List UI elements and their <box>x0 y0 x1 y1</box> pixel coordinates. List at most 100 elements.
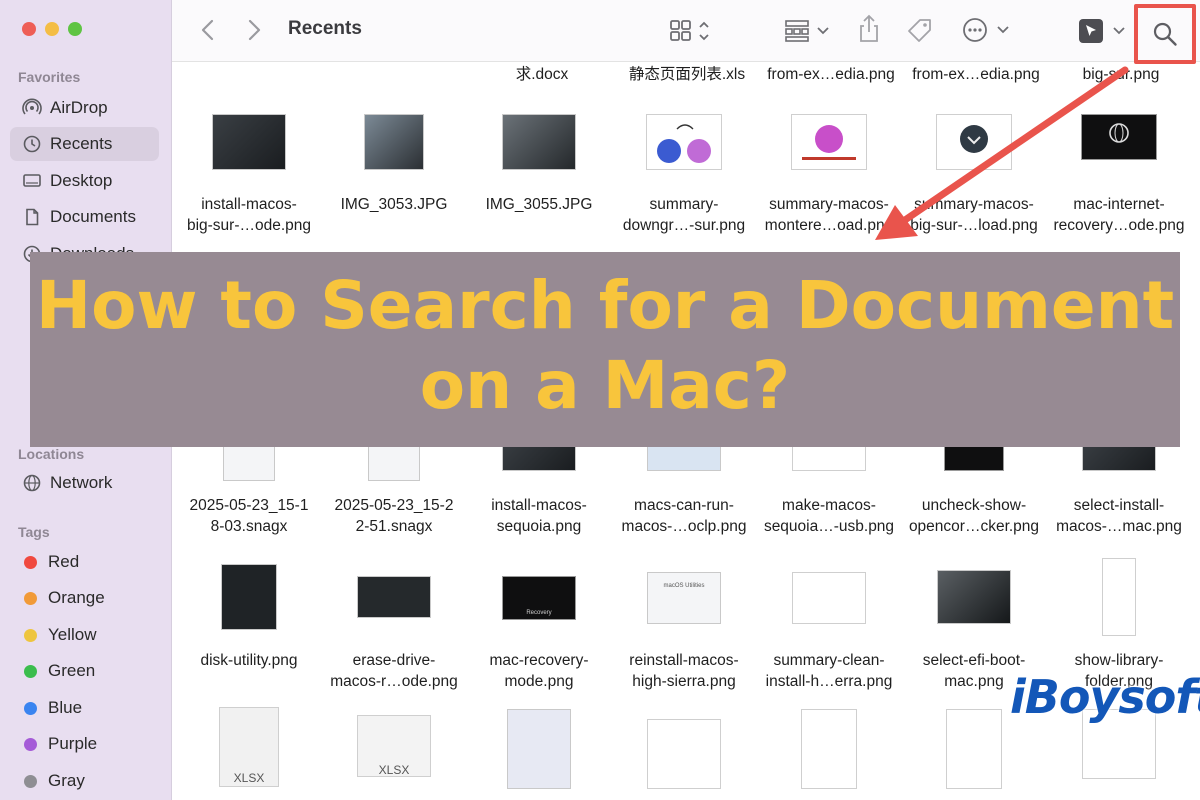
forward-button[interactable] <box>246 18 262 42</box>
file-name: 静态页面列表.xls <box>628 66 746 83</box>
back-icon <box>201 19 214 41</box>
file-thumbnail <box>1081 114 1157 160</box>
sidebar-item-label: Red <box>48 552 80 571</box>
file-name: summary-macos- <box>914 196 1034 213</box>
file-name: summary-clean- <box>773 652 885 669</box>
file-thumbnail <box>357 576 431 618</box>
share-button[interactable] <box>858 14 880 44</box>
file-name: mac-internet- <box>1073 196 1165 213</box>
file-name-line2: big-sur-…load.png <box>910 217 1038 234</box>
window-controls <box>22 22 82 36</box>
sidebar-tag-gray[interactable]: Gray <box>10 764 159 798</box>
sidebar-item-desktop[interactable]: Desktop <box>10 164 159 198</box>
tag-button[interactable] <box>906 17 934 45</box>
file-name-line2: macos-r…ode.png <box>330 673 458 690</box>
file-thumbnail <box>791 114 867 170</box>
banner-title-line2: on a Mac? <box>419 347 791 424</box>
share-icon <box>860 14 878 42</box>
file-name: uncheck-show- <box>921 497 1027 514</box>
sidebar-item-label: Documents <box>50 207 136 226</box>
sidebar-item-label: Recents <box>50 134 113 153</box>
file-thumbnail: XLSX <box>357 715 431 777</box>
file-thumbnail <box>507 709 571 789</box>
search-icon <box>1153 22 1177 46</box>
file-thumbnail <box>212 114 286 170</box>
file-name: 求.docx <box>515 66 569 83</box>
sidebar-tag-red[interactable]: Red <box>10 545 159 579</box>
group-button[interactable] <box>784 18 832 44</box>
file-name-line2: montere…oad.png <box>764 217 894 234</box>
sidebar-item-label: Network <box>50 473 113 492</box>
tags-section-title: Tags <box>18 524 50 540</box>
tag-color-dot <box>24 591 37 605</box>
view-mode-button[interactable] <box>669 18 713 44</box>
sidebar-item-label: Yellow <box>48 625 97 644</box>
file-thumbnail <box>946 709 1002 789</box>
file-name: macs-can-run- <box>634 497 734 514</box>
file-name: erase-drive- <box>352 652 436 669</box>
sidebar-item-recents[interactable]: Recents <box>10 127 159 161</box>
back-button[interactable] <box>200 18 216 42</box>
thumbnail-graphic <box>657 124 711 163</box>
tag-color-dot <box>24 555 37 569</box>
file-name-line2: sequoia…-usb.png <box>763 518 895 535</box>
file-name-line2: macos-…oclp.png <box>621 518 747 535</box>
file-name: 2025-05-23_15-2 <box>334 497 454 514</box>
sidebar-item-label: Desktop <box>50 171 113 190</box>
forward-icon <box>248 19 261 41</box>
sidebar-item-airdrop[interactable]: AirDrop <box>10 91 159 125</box>
file-name-line2: mode.png <box>504 673 574 690</box>
thumbnail-graphic <box>802 125 856 160</box>
file-name-line2: opencor…cker.png <box>908 518 1040 535</box>
sidebar-tag-blue[interactable]: Blue <box>10 691 159 725</box>
file-thumbnail <box>221 564 277 630</box>
search-button[interactable] <box>1134 4 1196 64</box>
sidebar-item-network[interactable]: Network <box>10 466 159 500</box>
file-name: disk-utility.png <box>200 652 298 669</box>
file-name-line2: big-sur-…ode.png <box>186 217 312 234</box>
grid-view-icon <box>670 20 709 41</box>
sidebar-tag-green[interactable]: Green <box>10 654 159 688</box>
file-name: IMG_3053.JPG <box>340 196 448 213</box>
globe-icon <box>1109 123 1129 143</box>
desktop-icon <box>23 174 41 187</box>
airdrop-icon <box>22 98 42 115</box>
toolbar: Recents <box>172 0 1200 64</box>
file-name: install-macos- <box>491 497 587 514</box>
file-name: big-sur.png <box>1082 66 1160 83</box>
file-name-line2: high-sierra.png <box>632 673 736 690</box>
file-thumbnail <box>937 570 1011 624</box>
network-icon <box>23 474 41 492</box>
file-name: summary-macos- <box>769 196 889 213</box>
file-name: IMG_3055.JPG <box>485 196 593 213</box>
zoom-window-button[interactable] <box>68 22 82 36</box>
sidebar-tag-orange[interactable]: Orange <box>10 581 159 615</box>
sidebar-item-documents[interactable]: Documents <box>10 200 159 234</box>
minimize-window-button[interactable] <box>45 22 59 36</box>
close-window-button[interactable] <box>22 22 36 36</box>
file-name: from-ex…edia.png <box>912 66 1040 83</box>
file-name-line2: recovery…ode.png <box>1053 217 1185 234</box>
file-name: select-efi-boot- <box>922 652 1026 669</box>
thumbnail-caption: Recovery <box>526 610 552 616</box>
sidebar-tag-yellow[interactable]: Yellow <box>10 618 159 652</box>
file-name: summary- <box>649 196 719 213</box>
clock-icon <box>23 135 41 153</box>
file-thumbnail <box>936 114 1012 170</box>
tag-color-dot <box>24 774 37 788</box>
file-thumbnail: macOS Utilities <box>647 572 721 624</box>
banner-title: How to Search for a Document on a Mac? <box>30 266 1180 426</box>
more-actions-button[interactable] <box>962 17 1012 43</box>
file-name: make-macos- <box>782 497 876 514</box>
file-name: mac-recovery- <box>489 652 589 669</box>
preview-button[interactable] <box>1078 17 1128 45</box>
sidebar-item-label: Orange <box>48 588 105 607</box>
window-title: Recents <box>288 18 362 39</box>
title-banner: How to Search for a Document on a Mac? <box>30 252 1180 447</box>
file-name: show-library- <box>1074 652 1164 669</box>
tag-color-dot <box>24 737 37 751</box>
locations-section-title: Locations <box>18 446 85 462</box>
file-thumbnail <box>364 114 424 170</box>
thumbnail-caption: macOS Utilities <box>663 583 705 589</box>
sidebar-tag-purple[interactable]: Purple <box>10 727 159 761</box>
